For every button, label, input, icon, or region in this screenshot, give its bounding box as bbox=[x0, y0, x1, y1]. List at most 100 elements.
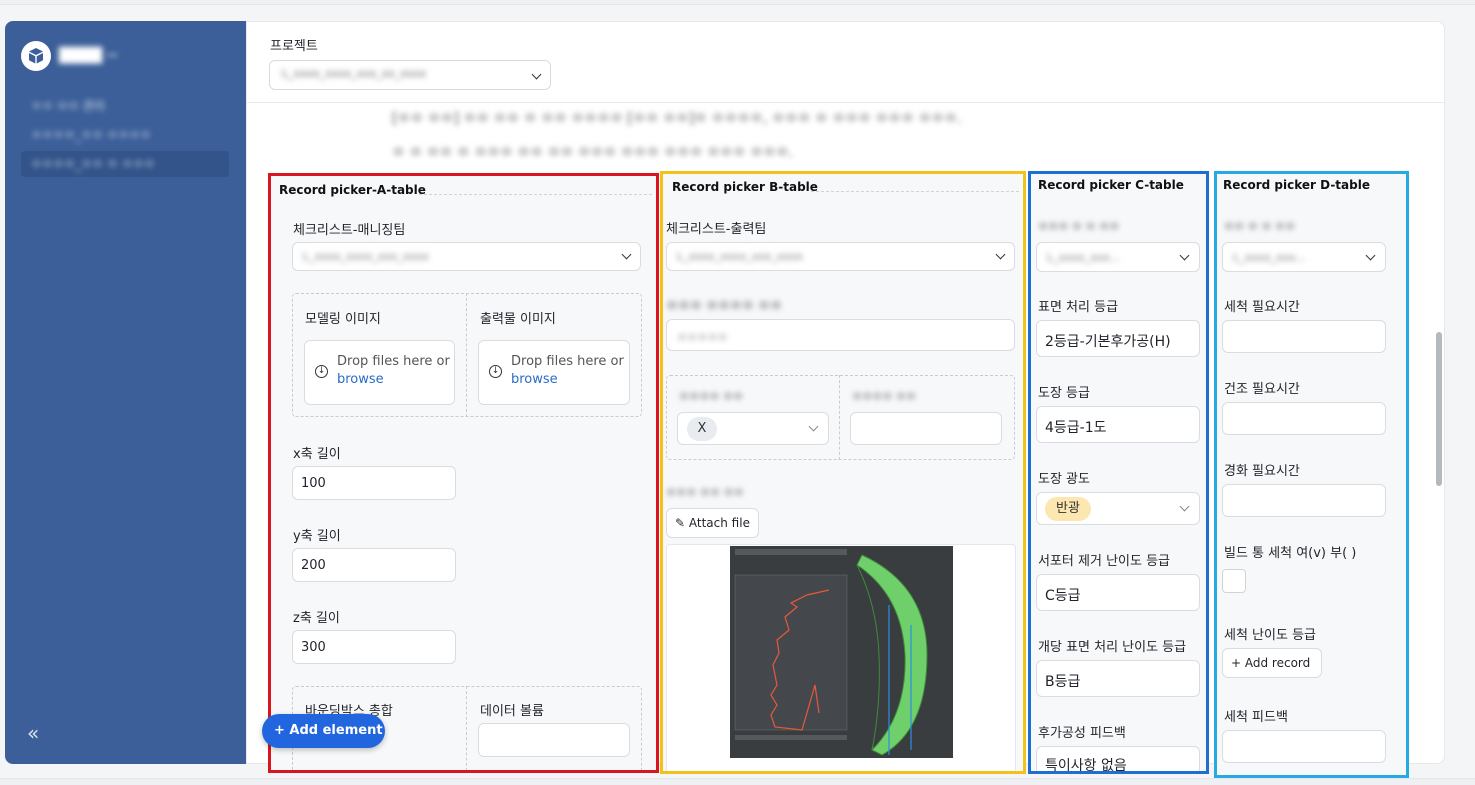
cure-time-input[interactable] bbox=[1222, 484, 1386, 517]
surface-grade-field[interactable]: 2등급-기본후가공(H) bbox=[1036, 320, 1200, 357]
data-volume-input[interactable] bbox=[478, 723, 630, 757]
output-image-dropzone[interactable]: ↓ Drop files here or browse bbox=[478, 340, 630, 405]
divider bbox=[466, 686, 467, 770]
record-picker-c-title: Record picker C-table bbox=[1038, 178, 1184, 192]
field1-select-value: L_xxxx_xxx... bbox=[1233, 251, 1307, 264]
wash-feedback-label: 세척 피드백 bbox=[1224, 710, 1288, 725]
data-volume-label: 데이터 볼륨 bbox=[480, 704, 544, 719]
sub1-select[interactable]: X bbox=[677, 412, 829, 445]
sidebar-item-1[interactable]: ㅇㅇ ㅁㅁ 관리 bbox=[21, 93, 229, 119]
chevron-down-icon bbox=[1179, 250, 1190, 261]
record-picker-d-title: Record picker D-table bbox=[1223, 178, 1370, 192]
scrollbar-thumb[interactable] bbox=[1436, 332, 1442, 486]
divider bbox=[419, 194, 652, 195]
chevron-down-icon bbox=[621, 249, 632, 260]
app-name: ████ ·· bbox=[59, 48, 118, 64]
wash-difficulty-label: 세척 난이도 등급 bbox=[1224, 628, 1316, 643]
sidebar-item-3-active[interactable]: ㅇㅇㅇㅇ_ㅇㅇ ㅇ ㅇㅇㅇ bbox=[21, 151, 229, 177]
browse-link[interactable]: browse bbox=[511, 372, 558, 387]
checklist-output-select[interactable]: L_xxxx_xxxx_xxx_xxxx bbox=[666, 242, 1015, 271]
chevron-down-icon bbox=[808, 421, 819, 432]
project-select-value: L_xxxx_xxxx_xxx_xx_xxxx bbox=[282, 67, 427, 80]
y-length-value: 200 bbox=[301, 558, 326, 573]
field1-select[interactable]: L_xxxx_xxx... bbox=[1222, 242, 1386, 272]
browse-link[interactable]: browse bbox=[337, 372, 384, 387]
add-element-button[interactable]: + Add element bbox=[262, 714, 385, 748]
paperclip-icon: ✎ bbox=[675, 516, 686, 530]
collapse-sidebar-icon[interactable]: « bbox=[27, 721, 39, 745]
divider bbox=[247, 102, 1444, 103]
support-removal-value: C등급 bbox=[1045, 588, 1081, 604]
chevron-down-icon bbox=[995, 249, 1006, 260]
z-length-value: 300 bbox=[301, 640, 326, 655]
sidebar: ████ ·· ㅇㅇ ㅁㅁ 관리 ㅇㅇㅇㅇ_ㅇㅇ ㅇㅇㅇㅇ ㅇㅇㅇㅇ_ㅇㅇ ㅇ … bbox=[5, 21, 246, 764]
selected-tag[interactable]: X bbox=[687, 417, 717, 441]
sidebar-item-3-label: ㅇㅇㅇㅇ_ㅇㅇ ㅇ ㅇㅇㅇ bbox=[31, 157, 156, 171]
record-picker-d: Record picker D-table ㅇㅇ ㅇ ㅇ ㅇㅇ L_xxxx_x… bbox=[1214, 171, 1409, 778]
build-wash-checkbox[interactable] bbox=[1222, 569, 1246, 593]
download-icon: ↓ bbox=[315, 365, 328, 378]
support-removal-field[interactable]: C등급 bbox=[1036, 574, 1200, 611]
paint-grade-field[interactable]: 4등급-1도 bbox=[1036, 406, 1200, 443]
add-record-button[interactable]: + Add record bbox=[1222, 648, 1322, 678]
record-picker-a-title: Record picker-A-table bbox=[279, 183, 426, 197]
modeling-image-dropzone[interactable]: ↓ Drop files here or browse bbox=[304, 340, 455, 405]
field1-select-value: L_xxxx_xxx... bbox=[1047, 251, 1121, 264]
x-length-label: x축 길이 bbox=[293, 447, 341, 462]
paint-gloss-label: 도장 광도 bbox=[1038, 472, 1090, 487]
z-length-label: z축 길이 bbox=[293, 611, 340, 626]
divider bbox=[811, 191, 1019, 192]
project-label: 프로젝트 bbox=[270, 39, 318, 54]
chevron-down-icon bbox=[1365, 250, 1376, 261]
app-window: ████ ·· ㅇㅇ ㅁㅁ 관리 ㅇㅇㅇㅇ_ㅇㅇ ㅇㅇㅇㅇ ㅇㅇㅇㅇ_ㅇㅇ ㅇ … bbox=[0, 0, 1475, 785]
drop-text: Drop files here or bbox=[337, 354, 450, 369]
record-picker-a: Record picker-A-table 체크리스트-매니징팀 L_xxxx_… bbox=[268, 173, 659, 773]
post-processing-feedback-field[interactable]: 특이사항 없음 bbox=[1036, 746, 1200, 774]
checklist-select[interactable]: L_xxxx_xxxx_xxx_xxxx bbox=[292, 242, 641, 271]
unit-surface-field[interactable]: B등급 bbox=[1036, 660, 1200, 697]
attachment-preview[interactable] bbox=[666, 544, 1016, 771]
top-bar bbox=[0, 0, 1475, 5]
support-removal-label: 서포터 제거 난이도 등급 bbox=[1038, 554, 1170, 569]
x-length-input[interactable]: 100 bbox=[292, 466, 456, 500]
attach-label: ㅇㅇㅇ ㅇㅇ ㅇㅇ bbox=[666, 486, 744, 499]
checklist-label: 체크리스트-매니징팀 bbox=[293, 223, 406, 238]
cure-time-label: 경화 필요시간 bbox=[1224, 464, 1300, 479]
unit-surface-value: B등급 bbox=[1045, 674, 1081, 690]
chevron-down-icon bbox=[531, 69, 542, 80]
attach-file-button[interactable]: ✎ Attach file bbox=[666, 508, 759, 538]
paint-grade-value: 4등급-1도 bbox=[1045, 420, 1107, 436]
gloss-tag[interactable]: 반광 bbox=[1045, 497, 1091, 521]
checklist-output-label: 체크리스트-출력팀 bbox=[666, 222, 767, 237]
record-picker-b-title: Record picker B-table bbox=[672, 180, 818, 194]
dry-time-input[interactable] bbox=[1222, 402, 1386, 435]
modeling-image-label: 모델링 이미지 bbox=[305, 312, 381, 327]
output-image-label: 출력물 이미지 bbox=[480, 312, 556, 327]
sidebar-item-2[interactable]: ㅇㅇㅇㅇ_ㅇㅇ ㅇㅇㅇㅇ bbox=[21, 122, 229, 148]
dry-time-label: 건조 필요시간 bbox=[1224, 382, 1300, 397]
post-processing-feedback-value: 특이사항 없음 bbox=[1045, 758, 1127, 774]
sub2-input[interactable] bbox=[850, 412, 1002, 445]
checklist-output-select-value: L_xxxx_xxxx_xxx_xxxx bbox=[677, 250, 803, 263]
y-length-input[interactable]: 200 bbox=[292, 548, 456, 582]
attach-file-label: Attach file bbox=[688, 516, 750, 530]
field2-input[interactable]: ㅇㅇㅇㅇㅇ bbox=[666, 319, 1015, 351]
unit-surface-label: 개당 표면 처리 난이도 등급 bbox=[1038, 640, 1187, 655]
wash-feedback-input[interactable] bbox=[1222, 730, 1386, 763]
wash-time-input[interactable] bbox=[1222, 320, 1386, 353]
field1-label: ㅇㅇ ㅇ ㅇ ㅇㅇ bbox=[1224, 220, 1296, 233]
field1-select[interactable]: L_xxxx_xxx... bbox=[1036, 242, 1200, 272]
z-length-input[interactable]: 300 bbox=[292, 630, 456, 664]
paint-grade-label: 도장 등급 bbox=[1038, 386, 1090, 401]
description-line-2: ㅇ ㅇ ㅇㅇ ㅇ ㅇㅇㅇ ㅇㅇ ㅇㅇ ㅇㅇㅇ ㅇㅇㅇ ㅇㅇㅇ ㅇㅇㅇ ㅇㅇㅇ. bbox=[392, 145, 794, 161]
divider bbox=[839, 375, 840, 460]
chevron-down-icon bbox=[1179, 501, 1190, 512]
build-wash-label: 빌드 통 세척 여(v) 부( ) bbox=[1224, 546, 1357, 561]
project-select[interactable]: L_xxxx_xxxx_xxx_xx_xxxx bbox=[269, 60, 551, 90]
attachment-image bbox=[730, 546, 953, 758]
paint-gloss-select[interactable]: 반광 bbox=[1036, 492, 1200, 525]
surface-grade-label: 표면 처리 등급 bbox=[1038, 300, 1119, 315]
divider bbox=[466, 293, 467, 417]
post-processing-feedback-label: 후가공성 피드백 bbox=[1038, 726, 1126, 741]
record-picker-b: Record picker B-table 체크리스트-출력팀 L_xxxx_x… bbox=[660, 171, 1026, 774]
